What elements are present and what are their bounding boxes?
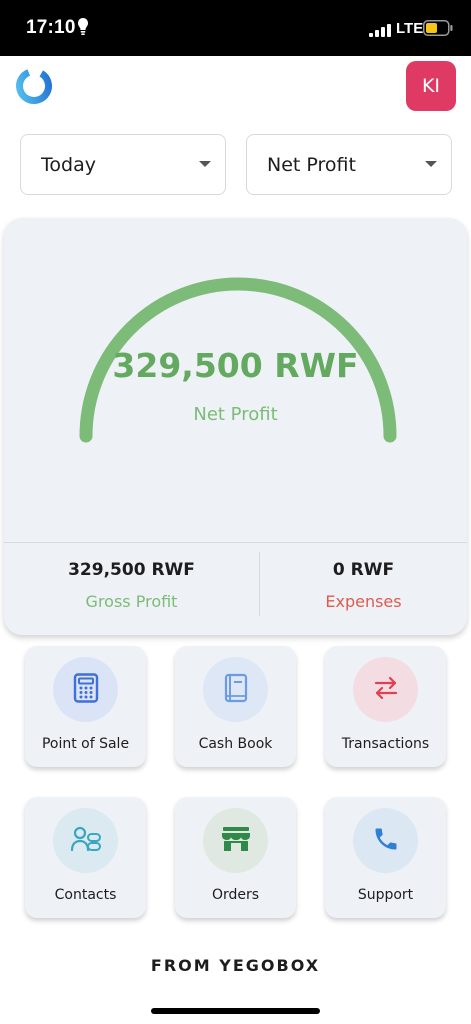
avatar[interactable]: KI	[406, 61, 456, 111]
icon-circle	[353, 808, 418, 873]
tile-label: Orders	[211, 887, 260, 903]
caret-down-icon	[199, 161, 211, 167]
gross-profit-label: Gross Profit	[85, 592, 178, 611]
contacts-icon	[70, 825, 102, 857]
tile-label: Transactions	[341, 736, 430, 752]
phone-icon	[372, 825, 400, 857]
gross-profit-value: 329,500 RWF	[68, 560, 195, 580]
swap-arrows-icon	[373, 675, 399, 705]
network-type: LTE	[396, 20, 424, 37]
metric-dropdown[interactable]: Net Profit	[246, 134, 452, 195]
contacts-button[interactable]: Contacts	[25, 797, 146, 918]
status-time: 17:10	[26, 17, 76, 38]
expenses-value: 0 RWF	[332, 560, 395, 580]
store-icon	[221, 825, 251, 857]
net-profit-value: 329,500 RWF	[112, 346, 359, 385]
icon-circle	[203, 657, 268, 722]
cash-book-button[interactable]: Cash Book	[175, 646, 296, 767]
period-dropdown[interactable]: Today	[20, 134, 226, 195]
lightbulb-icon	[78, 18, 88, 40]
point-of-sale-button[interactable]: Point of Sale	[25, 646, 146, 767]
tile-label: Support	[357, 887, 414, 903]
icon-circle	[353, 657, 418, 722]
tile-label: Contacts	[54, 887, 117, 903]
transactions-button[interactable]: Transactions	[325, 646, 446, 767]
caret-down-icon	[425, 161, 437, 167]
signal-icon	[369, 22, 391, 41]
metric-dropdown-value: Net Profit	[267, 153, 356, 176]
icon-circle	[53, 657, 118, 722]
tile-label: Point of Sale	[41, 736, 130, 752]
profit-summary-card: 329,500 RWF Net Profit 329,500 RWF Gross…	[4, 218, 467, 635]
card-divider	[4, 542, 467, 543]
footer-brand: FROM YEGOBOX	[150, 956, 321, 975]
orders-button[interactable]: Orders	[175, 797, 296, 918]
icon-circle	[53, 808, 118, 873]
net-profit-label: Net Profit	[193, 404, 278, 425]
expenses-label: Expenses	[325, 592, 402, 611]
tile-label: Cash Book	[198, 736, 273, 752]
support-button[interactable]: Support	[325, 797, 446, 918]
home-indicator[interactable]	[151, 1008, 320, 1014]
icon-circle	[203, 808, 268, 873]
calculator-icon	[73, 672, 99, 707]
period-dropdown-value: Today	[41, 153, 96, 176]
battery-icon	[423, 20, 453, 40]
book-icon	[223, 673, 249, 707]
app-logo-icon	[14, 66, 54, 106]
status-bar: 17:10 LTE	[0, 0, 471, 56]
